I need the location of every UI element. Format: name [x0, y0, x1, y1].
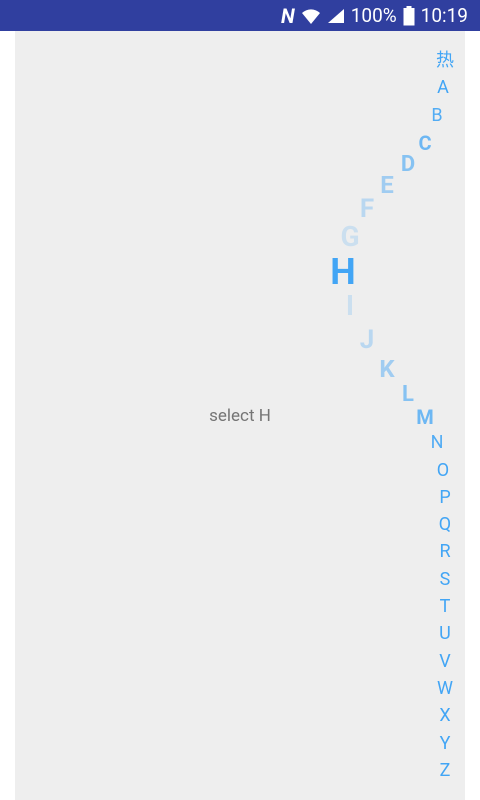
index-letter-j[interactable]: J — [360, 327, 375, 353]
index-letter-y[interactable]: Y — [440, 734, 451, 753]
index-letter-b[interactable]: B — [431, 107, 442, 125]
index-letter-c[interactable]: C — [418, 133, 431, 153]
index-letter-t[interactable]: T — [440, 598, 451, 616]
index-letter-d[interactable]: D — [401, 154, 415, 176]
index-letter-n[interactable]: N — [431, 434, 444, 452]
clock: 10:19 — [420, 4, 468, 27]
signal-icon — [327, 8, 345, 24]
index-letter-f[interactable]: F — [360, 196, 374, 222]
index-letter-q[interactable]: Q — [439, 516, 451, 534]
nfc-icon: N — [281, 3, 295, 28]
index-letter-k[interactable]: K — [379, 357, 394, 381]
selected-letter-text: select H — [209, 406, 271, 426]
index-letter-r[interactable]: R — [439, 543, 450, 561]
wifi-icon — [301, 7, 321, 25]
index-letter-l[interactable]: L — [402, 384, 414, 406]
index-letter-g[interactable]: G — [340, 223, 359, 251]
index-letter-hot[interactable]: 热 — [436, 52, 454, 70]
index-letter-p[interactable]: P — [439, 488, 450, 507]
index-letter-o[interactable]: O — [437, 461, 449, 480]
index-letter-h[interactable]: H — [330, 254, 355, 290]
status-icons: N 100% 10:19 — [281, 0, 468, 31]
battery-percent: 100% — [350, 4, 397, 27]
index-letter-m[interactable]: M — [416, 407, 434, 427]
index-letter-v[interactable]: V — [439, 652, 450, 671]
index-letter-a[interactable]: A — [437, 79, 449, 97]
index-letter-i[interactable]: I — [346, 292, 354, 320]
battery-icon — [403, 5, 415, 26]
index-letter-w[interactable]: W — [437, 679, 453, 698]
index-letter-e[interactable]: E — [380, 173, 394, 197]
index-letter-s[interactable]: S — [440, 570, 451, 589]
index-letter-u[interactable]: U — [439, 625, 451, 643]
index-letter-x[interactable]: X — [439, 707, 450, 725]
index-letter-z[interactable]: Z — [440, 761, 451, 780]
status-bar: N 100% 10:19 — [0, 0, 480, 31]
